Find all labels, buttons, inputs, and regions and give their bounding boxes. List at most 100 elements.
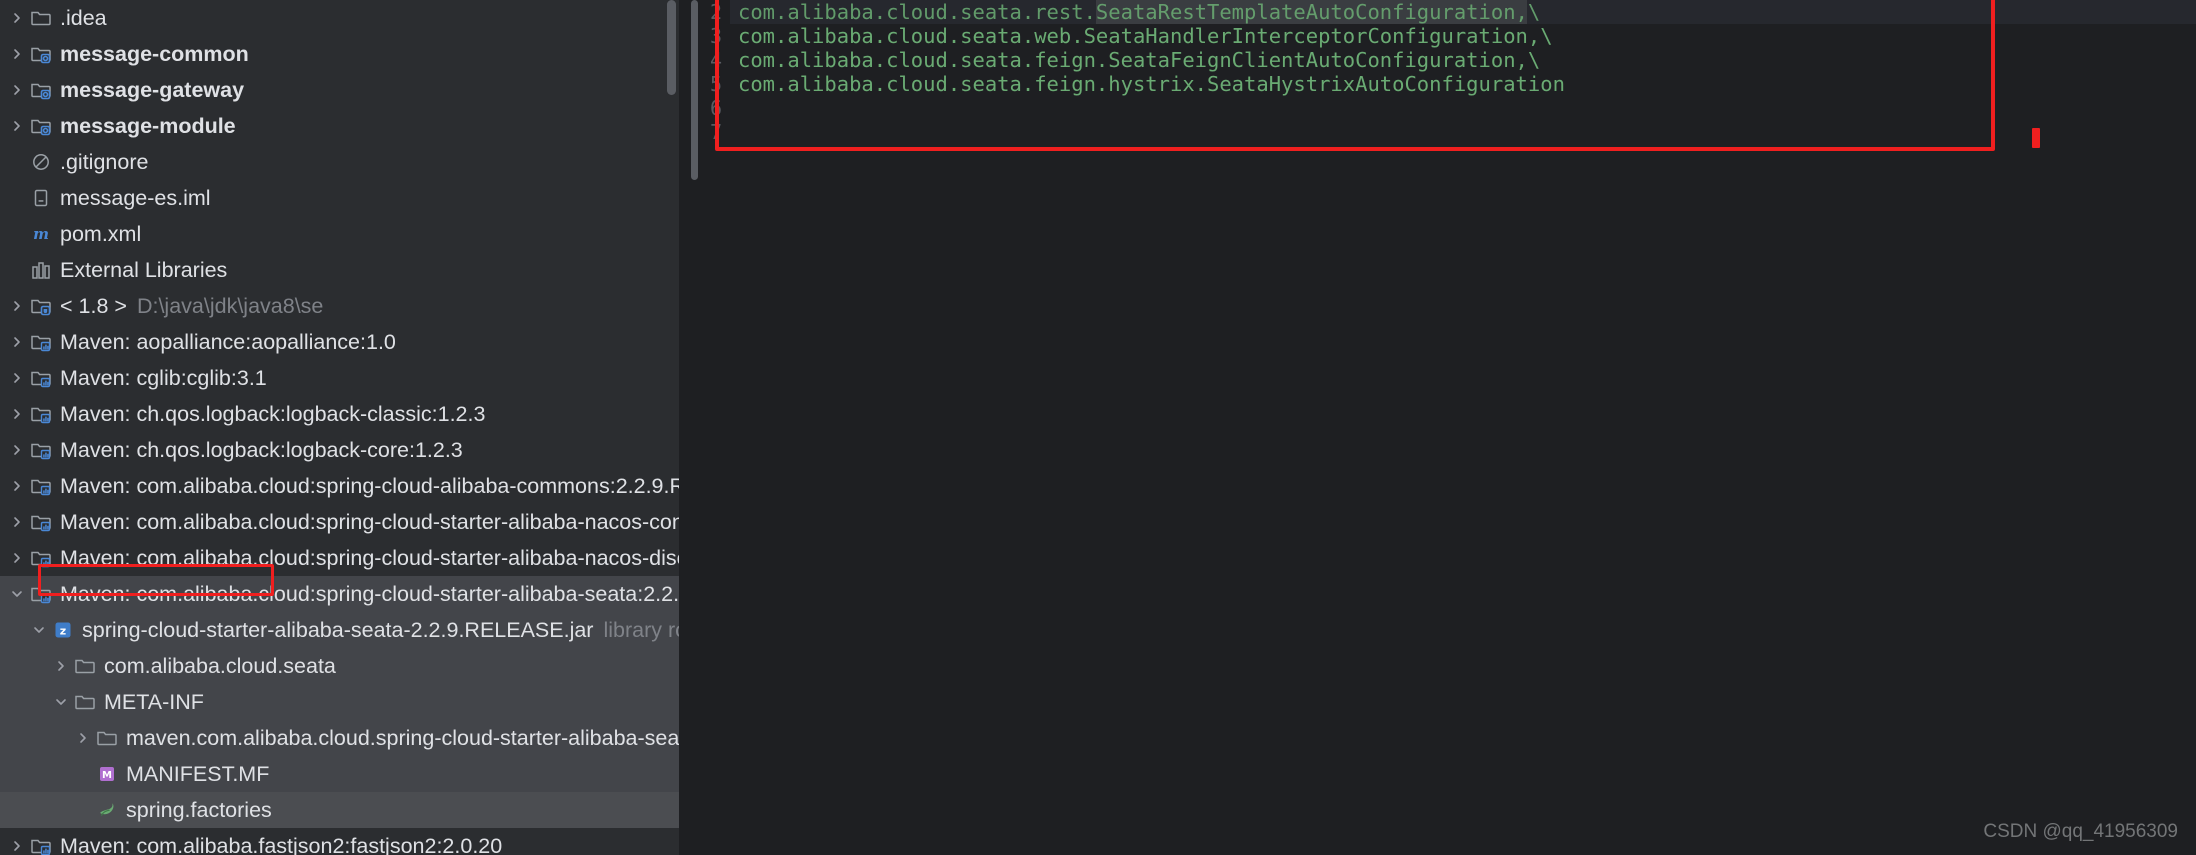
tree-row[interactable]: .idea	[0, 0, 680, 36]
package-icon	[72, 648, 98, 684]
tree-row-label: .idea	[60, 6, 107, 30]
spring-factories-icon	[94, 792, 120, 828]
gitignore-icon	[28, 144, 54, 180]
tree-row[interactable]: message-gateway	[0, 72, 680, 108]
chevron-right-icon[interactable]	[72, 720, 94, 756]
chevron-right-icon[interactable]	[6, 468, 28, 504]
module-folder-icon	[28, 108, 54, 144]
tree-row[interactable]: Maven: ch.qos.logback:logback-classic:1.…	[0, 396, 680, 432]
editor-gutter: 234567	[680, 0, 730, 855]
tree-row-label: Maven: com.alibaba.fastjson2:fastjson2:2…	[60, 834, 503, 855]
tree-row-label: Maven: cglib:cglib:3.1	[60, 366, 267, 390]
tree-row[interactable]: message-module	[0, 108, 680, 144]
folder-icon	[72, 684, 98, 720]
tree-row-label: < 1.8 >	[60, 294, 127, 318]
chevron-right-icon[interactable]	[6, 504, 28, 540]
tree-row-label: MANIFEST.MF	[126, 762, 270, 786]
tree-row-label: message-es.iml	[60, 186, 211, 210]
maven-library-icon	[28, 828, 54, 855]
maven-library-icon	[28, 360, 54, 396]
tree-row[interactable]: Maven: aopalliance:aopalliance:1.0	[0, 324, 680, 360]
chevron-right-icon[interactable]	[6, 828, 28, 855]
tree-row[interactable]: Maven: com.alibaba.cloud:spring-cloud-st…	[0, 504, 680, 540]
tree-row[interactable]: .gitignore	[0, 144, 680, 180]
maven-pom-icon: m	[28, 216, 54, 252]
ide-window: .idea message-common message-gateway messag…	[0, 0, 2196, 855]
tree-spacer-icon	[6, 216, 28, 252]
tree-row-label: spring-cloud-starter-alibaba-seata-2.2.9…	[82, 618, 594, 642]
maven-library-icon	[28, 324, 54, 360]
tree-spacer-icon	[72, 792, 94, 828]
tree-row[interactable]: z spring-cloud-starter-alibaba-seata-2.2.…	[0, 612, 680, 648]
indent-spacer	[0, 612, 28, 648]
maven-library-icon	[28, 468, 54, 504]
indent-spacer	[0, 648, 50, 684]
tree-row[interactable]: m pom.xml	[0, 216, 680, 252]
code-line[interactable]: com.alibaba.cloud.seata.feign.hystrix.Se…	[738, 72, 1565, 96]
maven-library-icon	[28, 504, 54, 540]
chevron-right-icon[interactable]	[6, 324, 28, 360]
tree-row[interactable]: spring.factories	[0, 792, 680, 828]
project-tree-panel[interactable]: .idea message-common message-gateway messag…	[0, 0, 680, 855]
tree-row[interactable]: com.alibaba.cloud.seata	[0, 648, 680, 684]
module-folder-icon	[28, 72, 54, 108]
folder-icon	[28, 0, 54, 36]
tree-row[interactable]: Maven: com.alibaba.fastjson2:fastjson2:2…	[0, 828, 680, 855]
tree-spacer-icon	[6, 180, 28, 216]
indent-spacer	[0, 684, 50, 720]
tree-row[interactable]: Maven: com.alibaba.cloud:spring-cloud-al…	[0, 468, 680, 504]
external-libraries-icon	[28, 252, 54, 288]
chevron-right-icon[interactable]	[6, 36, 28, 72]
tree-row-label: pom.xml	[60, 222, 142, 246]
tree-row[interactable]: M MANIFEST.MF	[0, 756, 680, 792]
project-tree-list[interactable]: .idea message-common message-gateway messag…	[0, 0, 680, 855]
code-line[interactable]: com.alibaba.cloud.seata.rest.SeataRestTe…	[738, 0, 1540, 24]
svg-text:m: m	[33, 225, 49, 243]
line-number: 5	[709, 72, 722, 96]
tree-row-label: Maven: ch.qos.logback:logback-core:1.2.3	[60, 438, 463, 462]
code-line[interactable]: com.alibaba.cloud.seata.web.SeataHandler…	[738, 24, 1553, 48]
chevron-right-icon[interactable]	[6, 360, 28, 396]
red-marker-tick	[2032, 128, 2040, 148]
watermark: CSDN @qq_41956309	[1983, 821, 2178, 842]
maven-library-icon	[28, 576, 54, 612]
chevron-right-icon[interactable]	[6, 432, 28, 468]
tree-row[interactable]: Maven: cglib:cglib:3.1	[0, 360, 680, 396]
tree-row[interactable]: META-INF	[0, 684, 680, 720]
tree-row-label: External Libraries	[60, 258, 228, 282]
maven-library-icon	[28, 396, 54, 432]
code-editor-panel[interactable]: 234567 com.alibaba.cloud.seata.rest.Seat…	[680, 0, 2196, 855]
tree-row[interactable]: External Libraries	[0, 252, 680, 288]
code-line[interactable]: com.alibaba.cloud.seata.feign.SeataFeign…	[738, 48, 1540, 72]
tree-spacer-icon	[6, 252, 28, 288]
chevron-down-icon[interactable]	[6, 576, 28, 612]
tree-row[interactable]: message-es.iml	[0, 180, 680, 216]
tree-row-label: Maven: com.alibaba.cloud:spring-cloud-al…	[60, 474, 680, 498]
chevron-right-icon[interactable]	[6, 108, 28, 144]
chevron-down-icon[interactable]	[28, 612, 50, 648]
tree-row-label: .gitignore	[60, 150, 149, 174]
tree-row[interactable]: Maven: ch.qos.logback:logback-core:1.2.3	[0, 432, 680, 468]
line-number: 3	[709, 24, 722, 48]
chevron-down-icon[interactable]	[50, 684, 72, 720]
chevron-right-icon[interactable]	[6, 72, 28, 108]
chevron-right-icon[interactable]	[6, 396, 28, 432]
tree-row-label: Maven: com.alibaba.cloud:spring-cloud-st…	[60, 582, 680, 606]
svg-text:z: z	[60, 624, 66, 637]
tree-row[interactable]: message-common	[0, 36, 680, 72]
maven-library-icon	[28, 432, 54, 468]
tree-row[interactable]: < 1.8 > D:\java\jdk\java8\se	[0, 288, 680, 324]
project-tree-scrollbar[interactable]	[667, 0, 676, 95]
tree-row[interactable]: maven.com.alibaba.cloud.spring-cloud-sta…	[0, 720, 680, 756]
chevron-right-icon[interactable]	[6, 288, 28, 324]
chevron-right-icon[interactable]	[6, 0, 28, 36]
code-content-area[interactable]: com.alibaba.cloud.seata.rest.SeataRestTe…	[730, 0, 2196, 855]
chevron-right-icon[interactable]	[6, 540, 28, 576]
tree-row[interactable]: Maven: com.alibaba.cloud:spring-cloud-st…	[0, 540, 680, 576]
tree-row[interactable]: Maven: com.alibaba.cloud:spring-cloud-st…	[0, 576, 680, 612]
chevron-right-icon[interactable]	[50, 648, 72, 684]
tree-row-sublabel: D:\java\jdk\java8\se	[136, 294, 324, 318]
indent-spacer	[0, 720, 72, 756]
line-number: 7	[709, 120, 722, 144]
indent-spacer	[0, 792, 72, 828]
